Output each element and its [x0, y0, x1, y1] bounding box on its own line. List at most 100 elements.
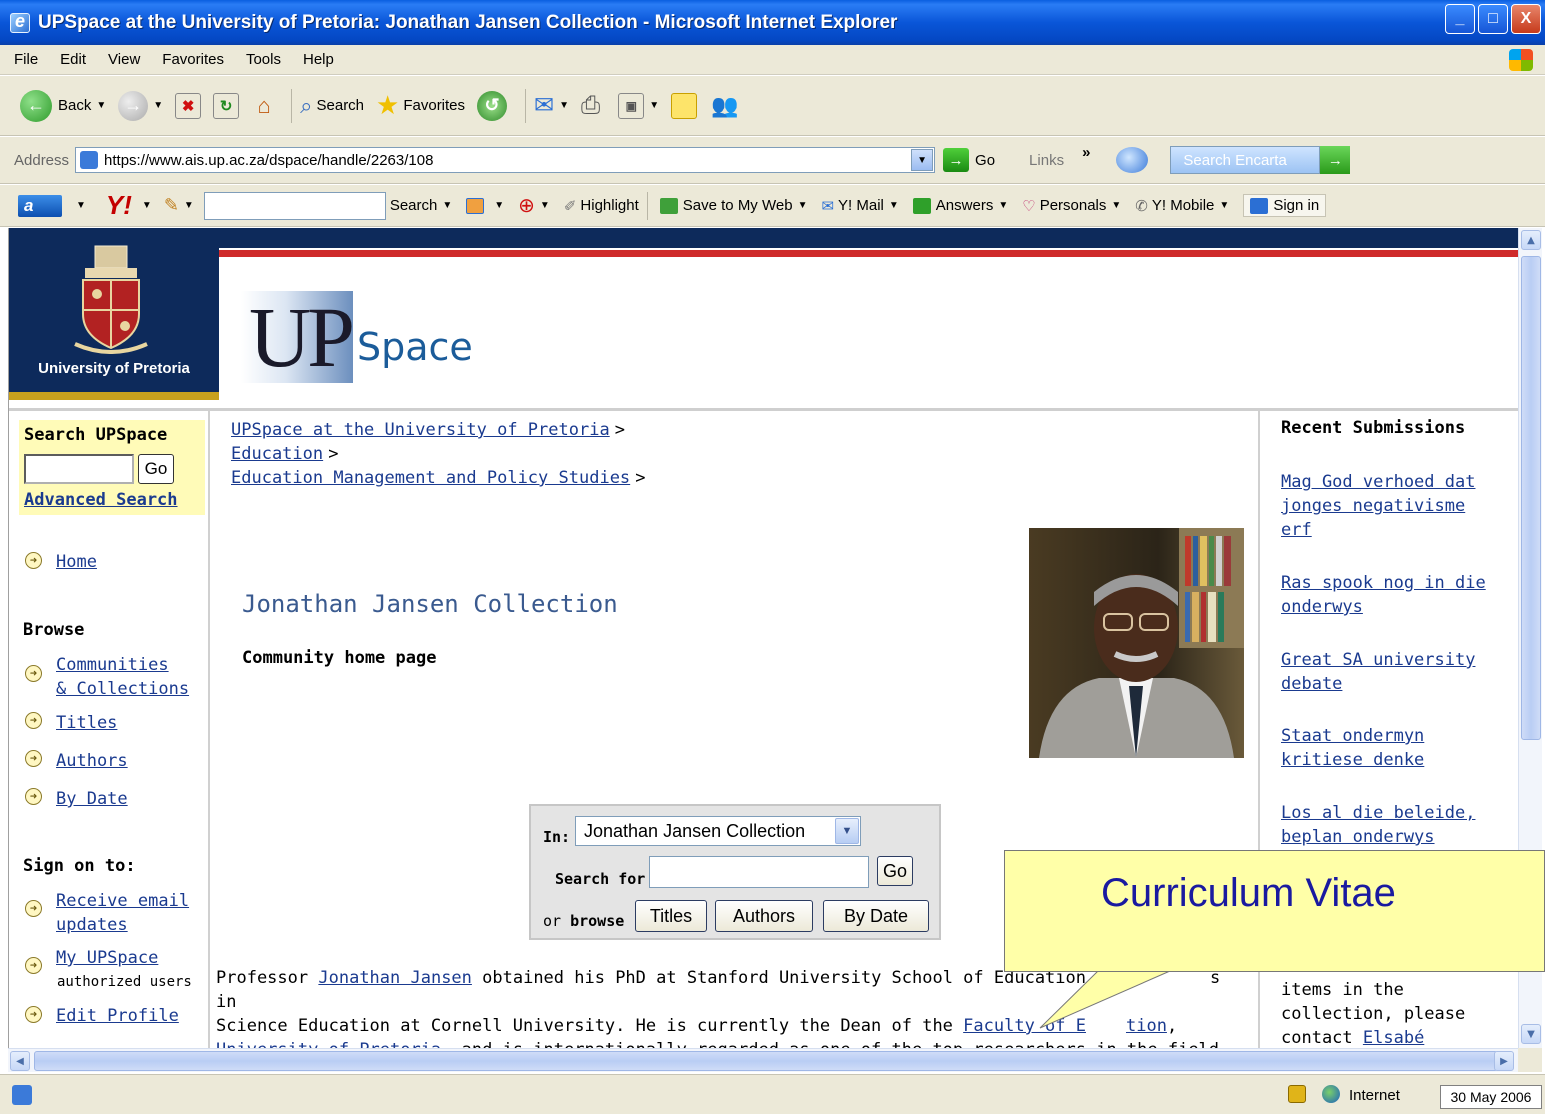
chevron-down-icon[interactable]: ▼: [911, 149, 934, 171]
address-input[interactable]: https://www.ais.up.ac.za/dspace/handle/2…: [75, 147, 936, 173]
home-link[interactable]: Home: [56, 550, 97, 574]
scroll-down-icon[interactable]: ▼: [1521, 1024, 1541, 1044]
menu-file[interactable]: File: [14, 51, 38, 68]
yahoo-search-button[interactable]: Search ▼: [390, 197, 452, 214]
answers-button[interactable]: Answers ▼: [912, 197, 1008, 214]
sign-in-button[interactable]: Sign in: [1243, 194, 1327, 217]
recent-item[interactable]: Staat ondermyn kritiese denke: [1281, 724, 1511, 772]
breadcrumb-education[interactable]: Education: [231, 444, 323, 464]
horizontal-scrollbar[interactable]: ◀ ▶: [8, 1048, 1518, 1072]
window-titlebar[interactable]: UPSpace at the University of Pretoria: J…: [0, 0, 1545, 45]
chevron-more-icon[interactable]: »: [1082, 144, 1090, 161]
recent-item-line[interactable]: beplan onderwys: [1281, 825, 1511, 849]
chevron-down-icon[interactable]: ▼: [184, 200, 194, 211]
menu-tools[interactable]: Tools: [246, 51, 281, 68]
university-logo-block[interactable]: University of Pretoria: [9, 228, 219, 392]
faculty-link-tail[interactable]: tion: [1126, 1016, 1167, 1036]
highlight-button[interactable]: ✐ Highlight: [564, 197, 639, 215]
communities-link-line2[interactable]: & Collections: [56, 677, 189, 701]
messenger-button[interactable]: 👥: [711, 93, 738, 119]
jonathan-jansen-link[interactable]: Jonathan Jansen: [318, 968, 472, 988]
forward-button[interactable]: → ▼: [118, 90, 163, 121]
history-button[interactable]: ↺: [477, 90, 508, 121]
edit-button[interactable]: ▣ ▼: [618, 92, 659, 119]
scope-select[interactable]: Jonathan Jansen Collection ▼: [575, 816, 861, 846]
a-icon[interactable]: a: [18, 194, 62, 217]
maximize-button[interactable]: □: [1478, 4, 1508, 34]
yahoo-logo-icon[interactable]: Y!: [106, 190, 132, 221]
browse-authors-button[interactable]: Authors: [715, 900, 813, 932]
scroll-left-icon[interactable]: ◀: [10, 1051, 30, 1071]
elsabe-contact-link[interactable]: Elsabé: [1363, 1028, 1424, 1048]
pencil-icon[interactable]: ✎: [164, 195, 179, 216]
chevron-down-icon[interactable]: ▼: [835, 818, 859, 844]
recent-item[interactable]: Los al die beleide, beplan onderwys: [1281, 801, 1511, 849]
lock-icon[interactable]: [1288, 1085, 1306, 1103]
popup-blocker-button[interactable]: ⊕ ▼: [518, 193, 550, 218]
edit-profile-link[interactable]: Edit Profile: [56, 1004, 179, 1028]
recent-item-line[interactable]: Great SA university: [1281, 648, 1511, 672]
upspace-logo[interactable]: UP Space: [241, 289, 481, 385]
mail-button[interactable]: ✉ ▼: [534, 91, 569, 120]
print-button[interactable]: ⎙: [581, 92, 600, 120]
search-for-input[interactable]: [649, 856, 869, 888]
receive-email-link-line1[interactable]: Receive email: [56, 889, 189, 913]
recent-item-line[interactable]: kritiese denke: [1281, 748, 1511, 772]
breadcrumb-upspace[interactable]: UPSpace at the University of Pretoria: [231, 420, 610, 440]
calendar-button[interactable]: ▼: [466, 197, 504, 214]
home-button[interactable]: ⌂: [251, 93, 277, 119]
go-button[interactable]: → Go: [943, 148, 995, 172]
breadcrumb-emps[interactable]: Education Management and Policy Studies: [231, 468, 630, 488]
menu-view[interactable]: View: [108, 51, 140, 68]
encarta-go-button[interactable]: →: [1320, 146, 1351, 174]
personals-button[interactable]: ♡ Personals ▼: [1022, 197, 1121, 215]
recent-item-line[interactable]: erf: [1281, 518, 1511, 542]
recent-item-line[interactable]: Mag God verhoed dat: [1281, 470, 1511, 494]
menu-edit[interactable]: Edit: [60, 51, 86, 68]
menu-help[interactable]: Help: [303, 51, 334, 68]
search-go-button[interactable]: Go: [138, 454, 174, 484]
university-of-pretoria-link[interactable]: University of Pretoria: [216, 1040, 441, 1048]
scroll-right-icon[interactable]: ▶: [1494, 1051, 1514, 1071]
recent-item[interactable]: Ras spook nog in die onderwys: [1281, 571, 1511, 619]
chevron-down-icon[interactable]: ▼: [142, 200, 152, 211]
browse-by-date-button[interactable]: By Date: [823, 900, 929, 932]
menu-favorites[interactable]: Favorites: [162, 51, 224, 68]
by-date-link[interactable]: By Date: [56, 787, 128, 811]
close-button[interactable]: X: [1511, 4, 1541, 34]
recent-item-line[interactable]: Los al die beleide,: [1281, 801, 1511, 825]
stop-button[interactable]: ✖: [175, 92, 202, 119]
yahoo-search-input[interactable]: [203, 191, 386, 220]
browse-titles-button[interactable]: Titles: [635, 900, 707, 932]
recent-item[interactable]: Mag God verhoed dat jonges negativisme e…: [1281, 470, 1511, 542]
refresh-button[interactable]: ↻: [213, 92, 240, 119]
recent-item-line[interactable]: Ras spook nog in die: [1281, 571, 1511, 595]
yahoo-mail-button[interactable]: ✉ Y! Mail ▼: [821, 197, 898, 215]
links-button[interactable]: Links: [1029, 152, 1064, 169]
chevron-down-icon[interactable]: ▼: [76, 200, 86, 211]
search-input[interactable]: [24, 454, 134, 484]
mobile-button[interactable]: ✆ Y! Mobile ▼: [1135, 197, 1229, 215]
titles-link[interactable]: Titles: [56, 711, 117, 735]
vertical-scroll-thumb[interactable]: [1521, 256, 1541, 740]
my-upspace-link[interactable]: My UPSpace: [56, 946, 158, 970]
search-button[interactable]: ⌕ Search: [300, 93, 364, 119]
back-button[interactable]: ← Back ▼: [20, 89, 106, 122]
horizontal-scroll-thumb[interactable]: [34, 1051, 1498, 1071]
recent-item-line[interactable]: jonges negativisme: [1281, 494, 1511, 518]
recent-item-line[interactable]: debate: [1281, 672, 1511, 696]
authors-link[interactable]: Authors: [56, 749, 128, 773]
save-to-my-web-button[interactable]: Save to My Web ▼: [659, 197, 807, 214]
scoped-go-button[interactable]: Go: [877, 856, 913, 886]
encarta-search-input[interactable]: Search Encarta: [1170, 146, 1321, 174]
receive-email-link-line2[interactable]: updates: [56, 913, 128, 937]
advanced-search-link[interactable]: Advanced Search: [24, 490, 178, 510]
minimize-button[interactable]: _: [1445, 4, 1475, 34]
faculty-link[interactable]: Faculty of E: [963, 1016, 1086, 1036]
favorites-button[interactable]: ★ Favorites: [376, 90, 465, 121]
communities-link-line1[interactable]: Communities: [56, 653, 169, 677]
scroll-up-icon[interactable]: ▲: [1521, 230, 1541, 250]
recent-item-line[interactable]: Staat ondermyn: [1281, 724, 1511, 748]
discuss-button[interactable]: [671, 92, 698, 119]
recent-item[interactable]: Great SA university debate: [1281, 648, 1511, 696]
